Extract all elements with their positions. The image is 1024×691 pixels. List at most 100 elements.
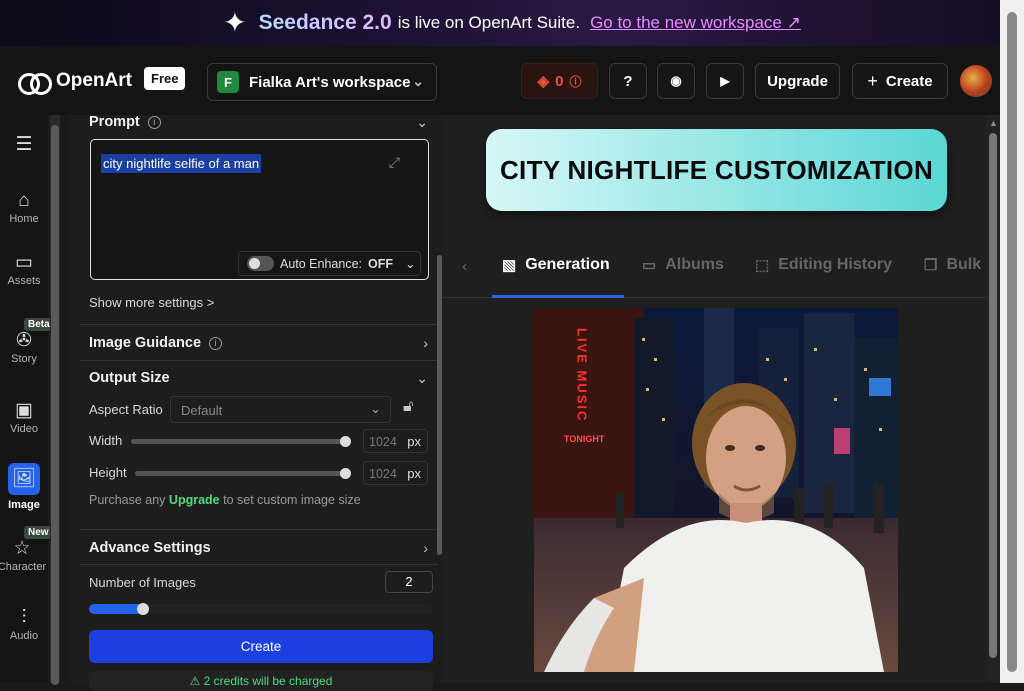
banner-message: is live on OpenArt Suite. [397,13,581,32]
youtube-icon: ▶ [720,74,730,88]
slider-knob[interactable] [340,468,351,479]
number-of-images-input[interactable]: 2 [385,571,433,593]
main-scrollbar[interactable]: ▲ [986,115,1000,683]
tab-bulk[interactable]: ❐ Bulk [924,256,981,274]
neon-sign-text: LIVE MUSIC [575,328,590,422]
audio-icon: ⫶ [21,607,27,628]
scroll-up-icon[interactable]: ▲ [989,118,998,128]
height-slider[interactable] [135,468,351,479]
chevron-down-icon[interactable]: ⌄ [416,114,428,131]
auto-enhance-label: Auto Enhance: [280,256,363,271]
scroll-thumb[interactable] [989,133,997,658]
home-icon: ⌂ [18,190,30,211]
folder-icon: ▭ [642,257,657,274]
unit-label: px [407,434,421,449]
expand-icon[interactable]: ⤢ [389,154,400,171]
number-of-images-slider[interactable] [89,603,433,615]
aspect-ratio-select[interactable]: Default ⌄ [170,396,391,423]
output-size-title[interactable]: Output Size [89,370,170,386]
image-icon: ▧ [502,257,517,274]
sidebar-item-label: Image [8,499,40,511]
video-icon: ▣ [15,400,33,421]
width-input[interactable]: 1024 px [363,429,428,453]
info-icon[interactable]: i [147,115,161,129]
chevron-left-icon[interactable]: ‹ [462,258,467,276]
height-input[interactable]: 1024 px [363,461,428,485]
info-icon[interactable]: i [209,336,223,350]
slider-knob[interactable] [340,436,351,447]
note-suffix: to set custom image size [223,493,361,507]
auto-enhance-toggle[interactable]: Auto Enhance: OFF ⌄ [238,251,421,276]
prompt-input[interactable]: city nightlife selfie of a man ⤢ Auto En… [90,139,429,280]
sidebar-item-video[interactable]: ▣ Video [0,399,48,435]
banner-link[interactable]: Go to the new workspace ↗ [590,13,801,33]
sidebar-scrollbar[interactable] [50,115,60,685]
plus-icon: + [867,70,878,91]
sidebar-item-label: Audio [9,630,39,642]
sidebar-item-label: Home [9,213,39,225]
aspect-ratio-label: Aspect Ratio [89,402,163,417]
youtube-button[interactable]: ▶ [706,63,744,99]
copy-icon: ❐ [924,257,938,274]
avatar[interactable] [960,65,992,97]
create-top-label: Create [885,72,933,90]
generated-image[interactable]: LIVE MUSIC TONIGHT [534,308,898,672]
discord-button[interactable]: ◉ [657,63,695,99]
image-guidance-title[interactable]: Image Guidance i [89,335,223,351]
upgrade-link[interactable]: Upgrade [169,493,220,507]
logo[interactable]: OpenArt [18,70,132,95]
sparkle-icon: ✦ [223,7,247,38]
sidebar-item-story[interactable]: ✇ Story [0,329,48,365]
menu-collapse-icon: ☰ [15,134,33,155]
tab-label: Editing History [778,256,892,273]
credits-count: 0 [555,72,564,90]
chevron-down-icon: ⌄ [412,73,424,89]
advance-settings-title[interactable]: Advance Settings [89,540,211,556]
upgrade-note: Purchase any Upgrade to set custom image… [89,493,361,507]
window-scrollbar[interactable] [1000,0,1024,683]
tab-albums[interactable]: ▭ Albums [642,256,724,274]
width-slider[interactable] [131,436,351,447]
lock-icon[interactable]: 🔓︎ [403,398,413,416]
create-top-button[interactable]: + Create [852,63,948,99]
upgrade-button[interactable]: Upgrade [755,63,840,99]
slider-knob[interactable] [137,603,150,615]
scroll-thumb[interactable] [1007,12,1017,672]
sidebar-item-audio[interactable]: ⫶ Audio [0,606,48,642]
create-button[interactable]: Create [89,630,433,663]
sidebar: ☰ ⌂ Home ▭ Assets Beta ✇ Story ▣ Video 🖼 Imag… [0,115,54,683]
sidebar-toggle[interactable]: ☰ [0,133,48,157]
width-value: 1024 [369,435,397,449]
folder-icon: ▭ [15,252,33,273]
gem-icon: ◈ [537,73,550,90]
chevron-right-icon[interactable]: › [423,540,428,556]
help-button[interactable]: ? [609,63,647,99]
neon-sign-text-2: TONIGHT [564,434,605,444]
toggle-switch[interactable] [247,256,274,271]
show-more-settings-link[interactable]: Show more settings > [89,295,214,310]
main-area: CITY NIGHTLIFE CUSTOMIZATION ‹ ▧ Generati… [442,115,986,683]
question-icon: ? [623,72,633,90]
credits-button[interactable]: ◈ 0 ⓘ [521,63,598,99]
tab-editing-history[interactable]: ⬚ Editing History [755,256,892,274]
logo-text: OpenArt [56,70,132,91]
height-label: Height [89,465,127,480]
credits-charge-note: ⚠ 2 credits will be charged [89,671,433,691]
height-value: 1024 [369,467,397,481]
discord-icon: ◉ [670,73,682,88]
sidebar-item-character[interactable]: ☆ Character [0,537,48,573]
chevron-down-icon[interactable]: ⌄ [416,370,428,387]
crop-icon: ⬚ [755,257,770,274]
active-tab-indicator [492,295,624,298]
tab-generation[interactable]: ▧ Generation [502,256,610,274]
announcement-banner: ✦ Seedance 2.0 is live on OpenArt Suite.… [0,0,1024,46]
chevron-right-icon[interactable]: › [423,335,428,351]
chevron-down-icon: ⌄ [370,401,381,416]
sidebar-item-assets[interactable]: ▭ Assets [0,251,48,287]
slider-fill [89,604,144,614]
workspace-selector[interactable]: F Fialka Art's workspace ⌄ [207,63,437,101]
prompt-text[interactable]: city nightlife selfie of a man [101,154,262,173]
sidebar-item-home[interactable]: ⌂ Home [0,189,48,225]
sidebar-item-image[interactable]: 🖼 Image [0,463,48,511]
workspace-avatar: F [217,71,239,93]
